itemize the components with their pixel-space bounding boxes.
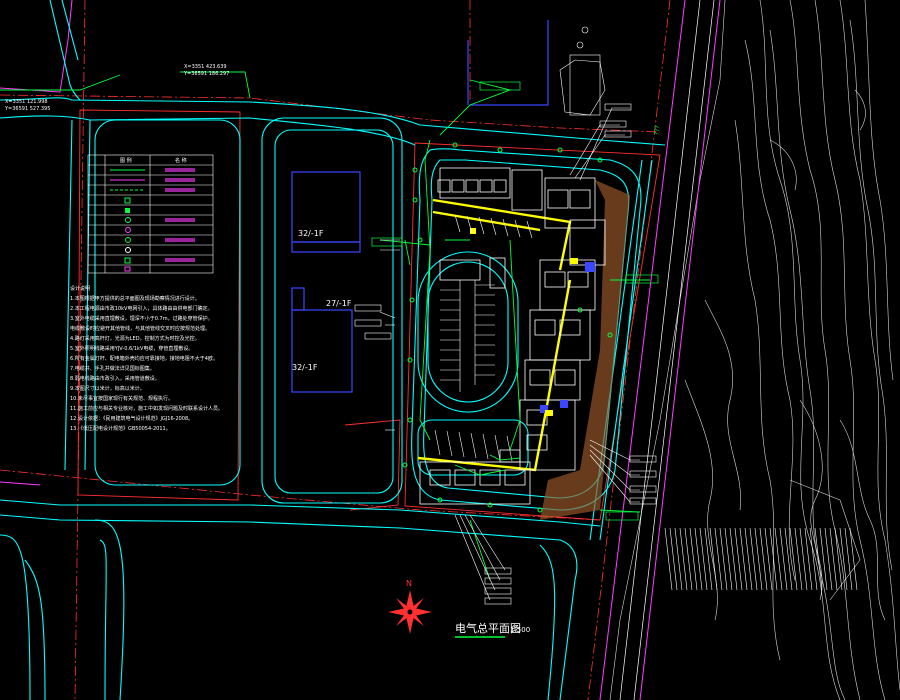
notes-line-11: 10.未尽事宜按国家现行有关规范、规程执行。 (70, 395, 173, 402)
design-notes: 设计说明 1.本图根据甲方提供的总平面图及现场勘察情况进行设计。 2.本工程电源… (70, 285, 223, 432)
building-label-3: 32/-1F (292, 363, 318, 372)
site-plan-drawing: 32/-1F 27/-1F 32/-1F X=3351 121.998 Y=36… (0, 0, 900, 700)
coord-left-x: X=3351 121.998 (5, 99, 48, 105)
legend-header-symbol: 图 例 (120, 157, 132, 164)
notes-line-10: 9.本图尺寸以米计，标高以米计。 (70, 385, 145, 392)
coord-top-y: Y=36591 186.297 (183, 71, 229, 77)
notes-line-14: 13.《低压配电设计规范》GB50054-2011。 (70, 425, 171, 432)
coord-left-y: Y=36591 527.395 (4, 106, 50, 112)
coord-top-x: X=3351 423.639 (184, 64, 227, 70)
notes-title: 设计说明 (70, 285, 90, 292)
drawing-scale: 1:500 (510, 626, 530, 634)
building-label-1: 32/-1F (298, 229, 324, 238)
road-label: ??? (653, 125, 661, 135)
north-label: N (406, 579, 412, 588)
notes-line-2: 2.本工程电源由市政10kV电网引入，具体路由由供电部门确定。 (70, 305, 212, 312)
notes-line-13: 12.设计依据：《民用建筑电气设计规范》JGJ16-2008。 (70, 415, 193, 422)
notes-line-1: 1.本图根据甲方提供的总平面图及现场勘察情况进行设计。 (70, 295, 200, 302)
notes-line-7: 6.所有金属灯杆、配电箱外壳均应可靠接地，接地电阻不大于4欧。 (70, 355, 218, 362)
notes-line-4: 电缆敷设时应避开其他管线，与其他管线交叉时应按规范处理。 (70, 325, 210, 332)
notes-line-9: 8.弱电线路由市政引入，采用管道敷设。 (70, 375, 160, 382)
notes-line-6: 5.室外照明线路采用YJV-0.6/1kV电缆，穿管直埋敷设。 (70, 345, 193, 352)
notes-line-12: 11.施工前应与相关专业核对，施工中如发现问题及时联系设计人员。 (70, 405, 223, 412)
building-label-2: 27/-1F (326, 299, 352, 308)
legend-header-name: 名 称 (175, 157, 187, 164)
notes-line-3: 3.室外电缆采用直埋敷设，埋深不小于0.7m，过路处穿管保护。 (70, 315, 213, 322)
notes-line-8: 7.电缆井、手孔井做法详见国标图集。 (70, 365, 155, 372)
notes-line-5: 4.路灯采用高杆灯，光源为LED，控制方式为时控及光控。 (70, 335, 200, 342)
